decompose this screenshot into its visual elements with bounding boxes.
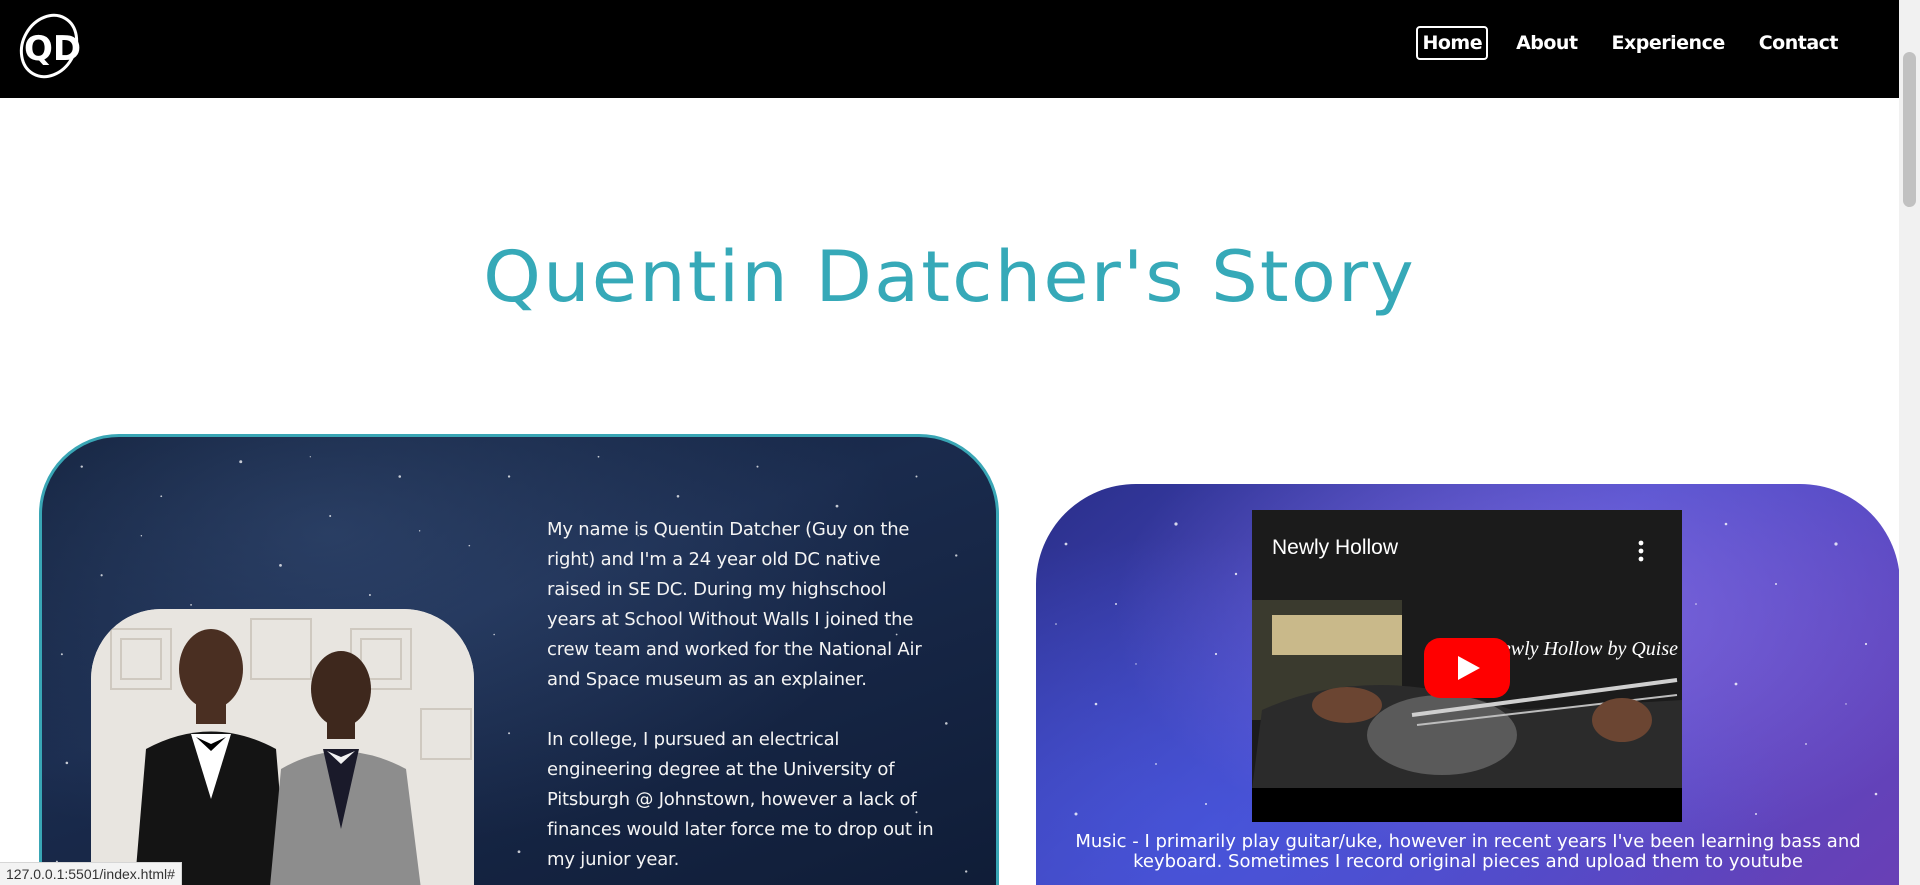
music-card: Newly Hollow Newly Hollow by Quise Music… — [1036, 484, 1900, 885]
story-paragraph-1: My name is Quentin Datcher (Guy on the r… — [547, 519, 922, 690]
video-controls-bar — [1252, 788, 1682, 822]
story-paragraph-2: In college, I pursued an electrical engi… — [547, 729, 934, 870]
photo-image — [91, 609, 474, 885]
svg-text:QD: QD — [24, 29, 81, 69]
logo-icon: QD — [19, 13, 81, 79]
scrollbar[interactable] — [1899, 0, 1920, 885]
play-icon[interactable] — [1424, 638, 1510, 698]
music-description: Music - I primarily play guitar/uke, how… — [1075, 831, 1861, 872]
video-title[interactable]: Newly Hollow — [1272, 536, 1398, 560]
page-title: Quentin Datcher's Story — [483, 236, 1416, 318]
nav-link-experience[interactable]: Experience — [1606, 26, 1731, 60]
profile-photo — [91, 609, 474, 885]
more-options-icon[interactable] — [1638, 540, 1644, 562]
navbar: QD Home About Experience Contact — [0, 0, 1899, 98]
nav-link-home[interactable]: Home — [1416, 26, 1489, 60]
status-bar-url: 127.0.0.1:5501/index.html# — [0, 862, 182, 885]
logo[interactable]: QD — [16, 8, 82, 82]
story-card: My name is Quentin Datcher (Guy on the r… — [39, 434, 999, 885]
video-caption: Newly Hollow by Quise — [1488, 638, 1678, 660]
nav-links: Home About Experience Contact — [1394, 26, 1844, 60]
nav-link-contact[interactable]: Contact — [1753, 26, 1844, 60]
scrollbar-thumb[interactable] — [1903, 52, 1916, 207]
nav-link-about[interactable]: About — [1510, 26, 1583, 60]
story-text: My name is Quentin Datcher (Guy on the r… — [547, 515, 937, 885]
video-player[interactable]: Newly Hollow Newly Hollow by Quise — [1252, 510, 1682, 822]
